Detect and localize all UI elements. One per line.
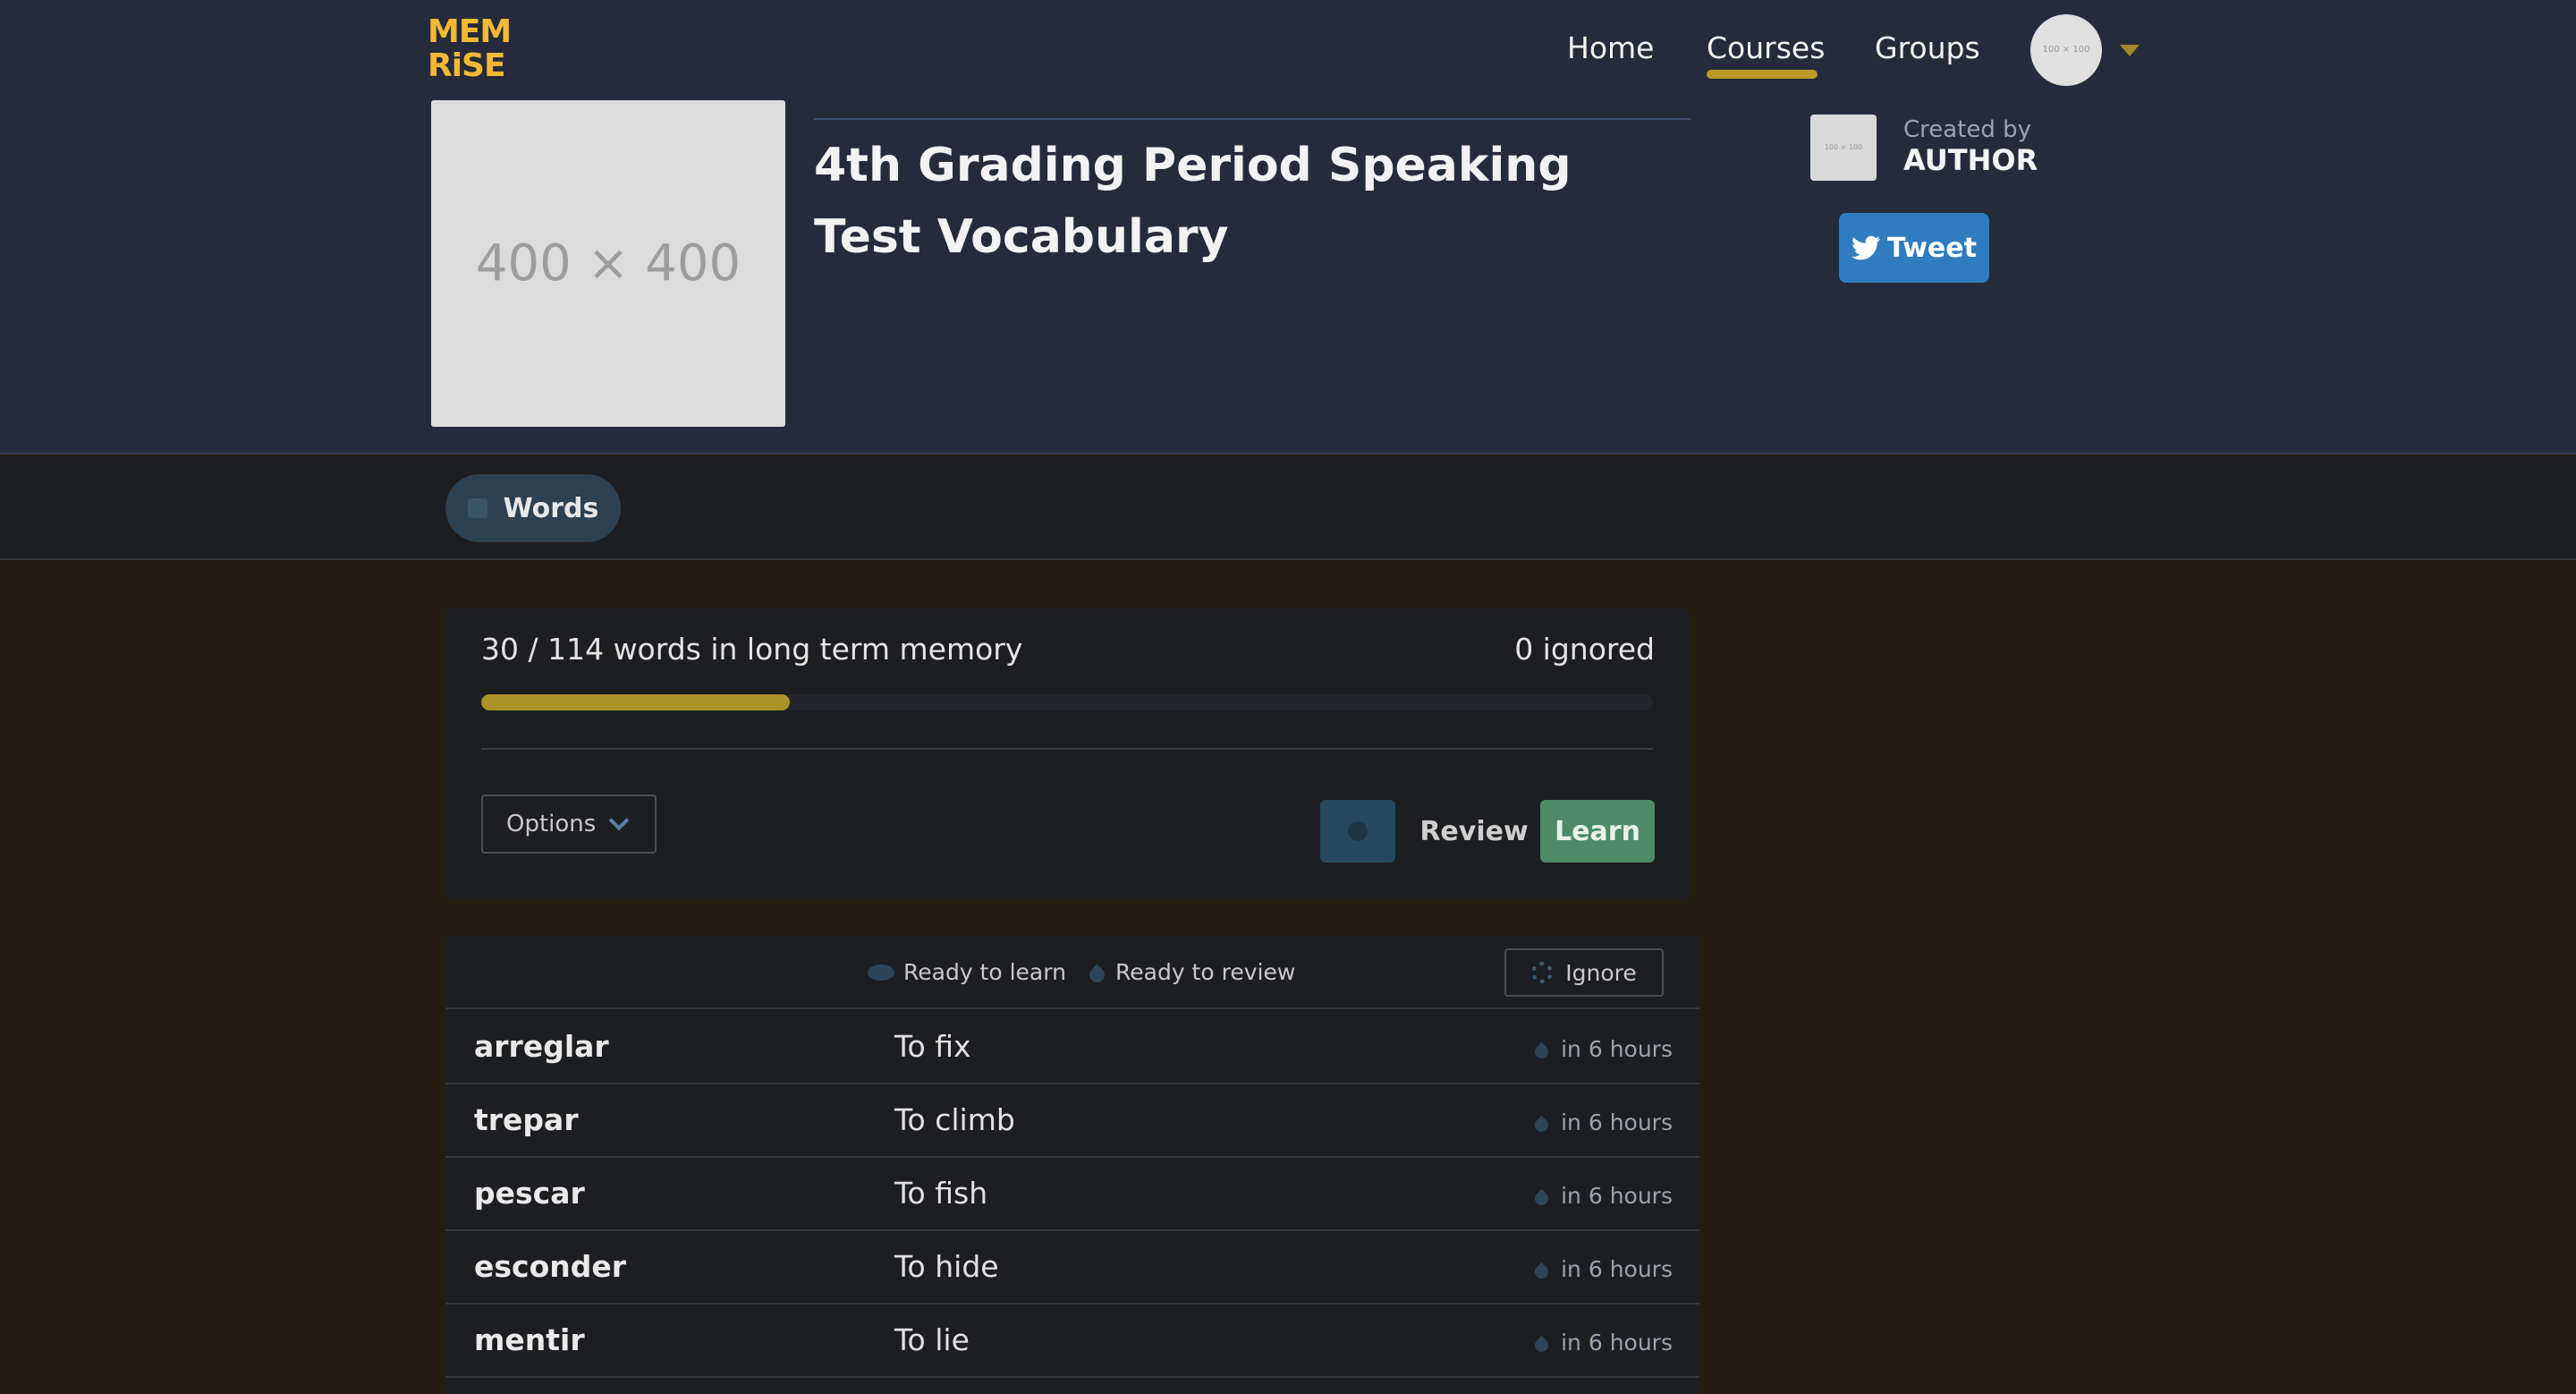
options-label: Options xyxy=(506,811,597,837)
definition-text: To lie xyxy=(894,1322,970,1357)
review-time: in 6 hours xyxy=(1561,1036,1673,1062)
twitter-bird-icon xyxy=(1852,235,1881,260)
review-status: in 6 hours xyxy=(1532,1330,1673,1356)
definition-text: To fix xyxy=(894,1029,971,1064)
card-divider xyxy=(481,748,1653,750)
logo-line-1: MEM xyxy=(428,13,512,50)
progress-bar xyxy=(481,694,1653,710)
water-drop-icon xyxy=(1532,1041,1552,1062)
active-nav-underline xyxy=(1707,70,1818,79)
nav-courses[interactable]: Courses xyxy=(1707,30,1826,79)
water-drop-icon xyxy=(1532,1262,1552,1282)
gear-icon xyxy=(1531,962,1554,983)
tweet-button[interactable]: Tweet xyxy=(1839,213,1989,283)
chevron-down-icon xyxy=(609,810,630,831)
ignored-count: 0 ignored xyxy=(1514,632,1655,667)
word-row[interactable]: arreglar To fix in 6 hours xyxy=(445,1011,1699,1084)
course-title: 4th Grading Period Speaking Test Vocabul… xyxy=(814,139,1572,264)
water-drop-icon xyxy=(1532,1115,1552,1135)
nav-groups[interactable]: Groups xyxy=(1875,30,1980,75)
course-tabs: Words xyxy=(0,456,2576,560)
nav-home[interactable]: Home xyxy=(1567,30,1654,75)
review-button[interactable]: Review xyxy=(1419,800,1528,863)
progress-card: 30 / 114 words in long term memory 0 ign… xyxy=(445,608,1690,900)
word-row[interactable]: pescar To fish in 6 hours xyxy=(445,1158,1699,1231)
logo-line-2: RiSE xyxy=(428,47,506,84)
water-drop-icon xyxy=(1532,1188,1552,1209)
course-image-placeholder: 400 × 400 xyxy=(431,100,785,427)
tweet-label: Tweet xyxy=(1887,232,1977,264)
review-status: in 6 hours xyxy=(1532,1256,1673,1282)
word-text: arreglar xyxy=(474,1029,609,1064)
mode-button[interactable] xyxy=(1320,800,1395,863)
water-drop-icon xyxy=(1086,964,1108,986)
review-time: in 6 hours xyxy=(1561,1109,1673,1135)
legend-review-label: Ready to review xyxy=(1115,959,1296,985)
created-by-label: Created by xyxy=(1903,116,2032,143)
list-icon xyxy=(467,498,487,518)
eye-icon xyxy=(868,964,894,981)
caret-down-icon[interactable] xyxy=(2120,45,2140,56)
legend-ready-to-learn: Ready to learn xyxy=(868,959,1066,985)
mode-icon xyxy=(1348,821,1368,841)
ignore-button[interactable]: Ignore xyxy=(1504,948,1664,997)
memory-progress-text: 30 / 114 words in long term memory xyxy=(481,632,1023,667)
tab-words[interactable]: Words xyxy=(445,474,621,542)
ignore-label: Ignore xyxy=(1565,959,1637,986)
word-row[interactable]: esconder To hide in 6 hours xyxy=(445,1231,1699,1305)
word-row[interactable]: mentir To lie in 6 hours xyxy=(445,1305,1699,1378)
user-avatar[interactable]: 100 × 100 xyxy=(2030,14,2102,86)
word-text: mentir xyxy=(474,1322,585,1357)
memrise-logo[interactable]: MEM RiSE xyxy=(428,13,512,84)
word-text: pescar xyxy=(474,1176,585,1211)
tab-words-label: Words xyxy=(503,492,599,524)
word-list: Ready to learn Ready to review Ignore ar… xyxy=(445,936,1699,1394)
word-row[interactable]: trepar To climb in 6 hours xyxy=(445,1084,1699,1158)
word-list-legend: Ready to learn Ready to review Ignore xyxy=(445,936,1699,1009)
nav-courses-label: Courses xyxy=(1707,30,1826,65)
word-text: trepar xyxy=(474,1102,579,1137)
progress-bar-fill xyxy=(481,694,790,710)
review-status: in 6 hours xyxy=(1532,1109,1673,1135)
word-text: esconder xyxy=(474,1249,627,1284)
author-avatar[interactable]: 100 × 100 xyxy=(1810,115,1877,181)
review-time: in 6 hours xyxy=(1561,1256,1673,1282)
definition-text: To climb xyxy=(894,1102,1015,1137)
definition-text: To fish xyxy=(894,1176,988,1211)
review-time: in 6 hours xyxy=(1561,1183,1673,1209)
water-drop-icon xyxy=(1532,1335,1552,1356)
author-name[interactable]: AUTHOR xyxy=(1903,143,2038,177)
review-status: in 6 hours xyxy=(1532,1183,1673,1209)
review-time: in 6 hours xyxy=(1561,1330,1673,1356)
review-status: in 6 hours xyxy=(1532,1036,1673,1062)
options-dropdown[interactable]: Options xyxy=(481,795,657,854)
course-header: MEM RiSE Home Courses Groups 100 × 100 4… xyxy=(0,0,2576,455)
title-divider xyxy=(814,118,1690,120)
legend-learn-label: Ready to learn xyxy=(903,959,1066,985)
learn-button[interactable]: Learn xyxy=(1540,800,1655,863)
definition-text: To hide xyxy=(894,1249,999,1284)
legend-ready-to-review: Ready to review xyxy=(1086,959,1296,986)
